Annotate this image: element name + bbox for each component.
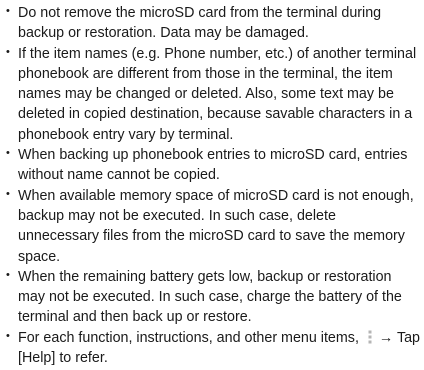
note-text: When available memory space of microSD c… [18,187,414,265]
note-text: Do not remove the microSD card from the … [18,5,382,42]
help-notes-document: • Do not remove the microSD card from th… [4,3,420,368]
bullet: • [6,329,10,342]
list-item: • For each function, instructions, and o… [4,328,420,369]
note-text: When the remaining battery gets low, bac… [18,268,402,326]
notes-list: • Do not remove the microSD card from th… [4,3,420,368]
list-item: • When available memory space of microSD… [4,186,420,267]
bullet: • [6,268,10,281]
bullet: • [6,147,10,160]
bullet: • [6,5,10,17]
list-item: • Do not remove the microSD card from th… [4,3,420,44]
arrow-glyph: → [378,329,394,346]
bullet: • [6,187,10,200]
vertical-dots-menu-icon [368,330,372,344]
list-item: • When backing up phonebook entries to m… [4,145,420,186]
list-item: • If the item names (e.g. Phone number, … [4,44,420,145]
note-text: When backing up phonebook entries to mic… [18,147,408,184]
note-text: If the item names (e.g. Phone number, et… [18,45,417,143]
list-item: • When the remaining battery gets low, b… [4,267,420,328]
note-text-before-icon: For each function, instructions, and oth… [18,329,359,346]
bullet: • [6,45,10,58]
